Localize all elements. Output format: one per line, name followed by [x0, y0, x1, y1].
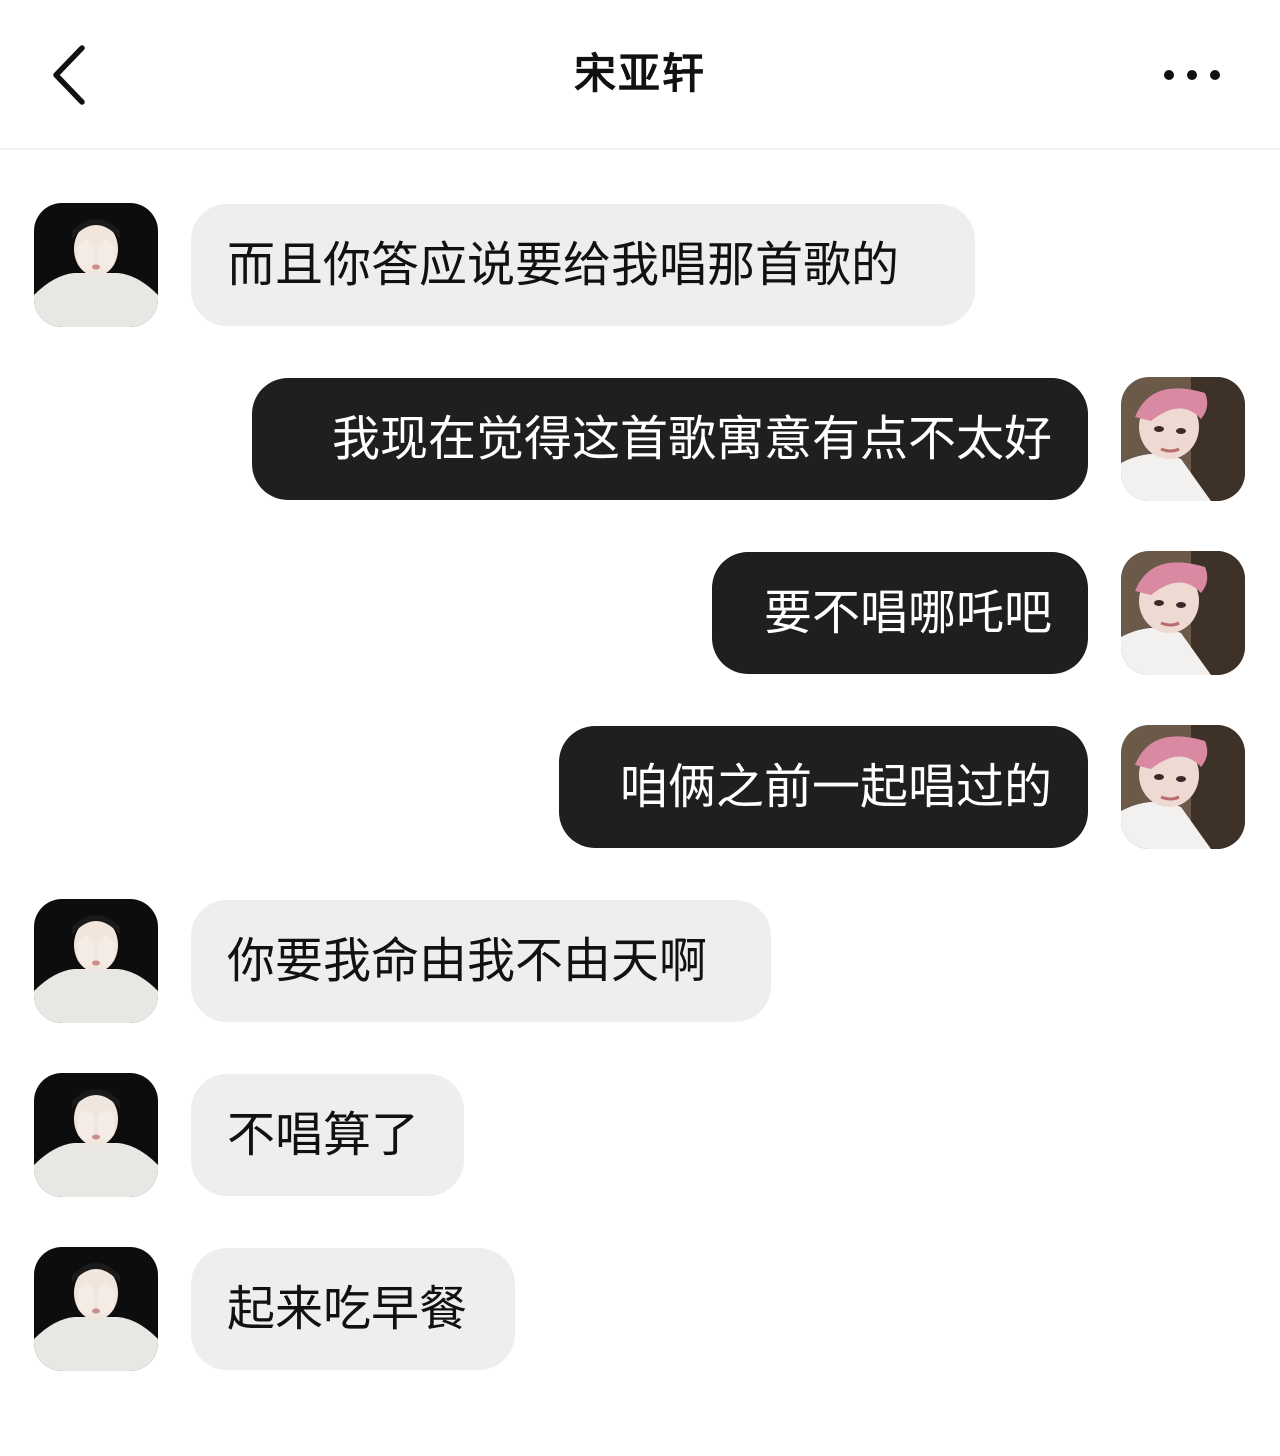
message-sent: 要不唱哪吒吧: [0, 551, 1280, 675]
message-bubble[interactable]: 咱俩之前一起唱过的: [559, 726, 1088, 848]
message-bubble[interactable]: 起来吃早餐: [191, 1248, 515, 1370]
contact-avatar[interactable]: [34, 203, 158, 327]
message-sent: 咱俩之前一起唱过的: [0, 725, 1280, 849]
more-options-button[interactable]: [1150, 40, 1240, 110]
chevron-left-icon: [53, 45, 85, 105]
message-received: 你要我命由我不由天啊: [0, 899, 1280, 1023]
message-bubble[interactable]: 我现在觉得这首歌寓意有点不太好: [252, 378, 1088, 500]
contact-avatar[interactable]: [34, 899, 158, 1023]
chat-header: 宋亚轩: [0, 0, 1280, 150]
back-button[interactable]: [30, 30, 110, 120]
message-received: 不唱算了: [0, 1073, 1280, 1197]
message-bubble[interactable]: 要不唱哪吒吧: [712, 552, 1088, 674]
chat-screen: 宋亚轩 而且你答应说要给我唱那首歌的 我现在觉得这首歌寓意有点不太好 要不唱哪吒…: [0, 0, 1280, 1456]
message-bubble[interactable]: 不唱算了: [191, 1074, 464, 1196]
message-sent: 我现在觉得这首歌寓意有点不太好: [0, 377, 1280, 501]
message-bubble[interactable]: 而且你答应说要给我唱那首歌的: [191, 204, 975, 326]
message-received: 起来吃早餐: [0, 1247, 1280, 1371]
message-received: 而且你答应说要给我唱那首歌的: [0, 203, 1280, 327]
more-horizontal-icon: [1164, 70, 1220, 80]
my-avatar[interactable]: [1121, 725, 1245, 849]
my-avatar[interactable]: [1121, 377, 1245, 501]
page-title: 宋亚轩: [573, 49, 706, 98]
my-avatar[interactable]: [1121, 551, 1245, 675]
contact-avatar[interactable]: [34, 1247, 158, 1371]
contact-avatar[interactable]: [34, 1073, 158, 1197]
message-bubble[interactable]: 你要我命由我不由天啊: [191, 900, 771, 1022]
